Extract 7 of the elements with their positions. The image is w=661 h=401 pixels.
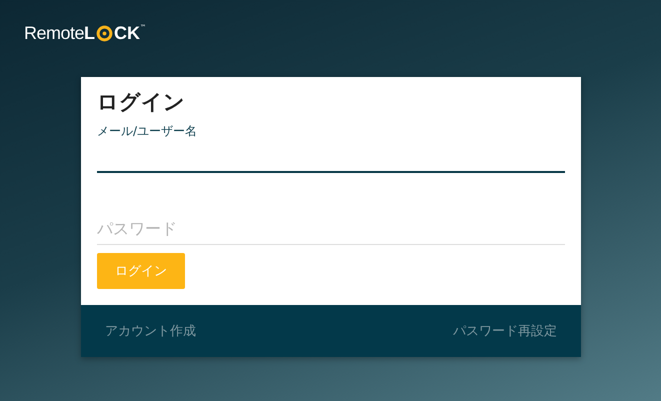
logo-text: Remote xyxy=(24,22,84,44)
logo-text: L xyxy=(84,22,96,44)
logo-text: CK xyxy=(114,22,140,44)
footer-link[interactable]: パスワード再設定 xyxy=(453,322,557,340)
login-title: ログイン xyxy=(97,89,186,115)
field-label: メール/ユーザー名 xyxy=(97,123,198,140)
footer-link[interactable]: アカウント作成 xyxy=(105,322,196,340)
